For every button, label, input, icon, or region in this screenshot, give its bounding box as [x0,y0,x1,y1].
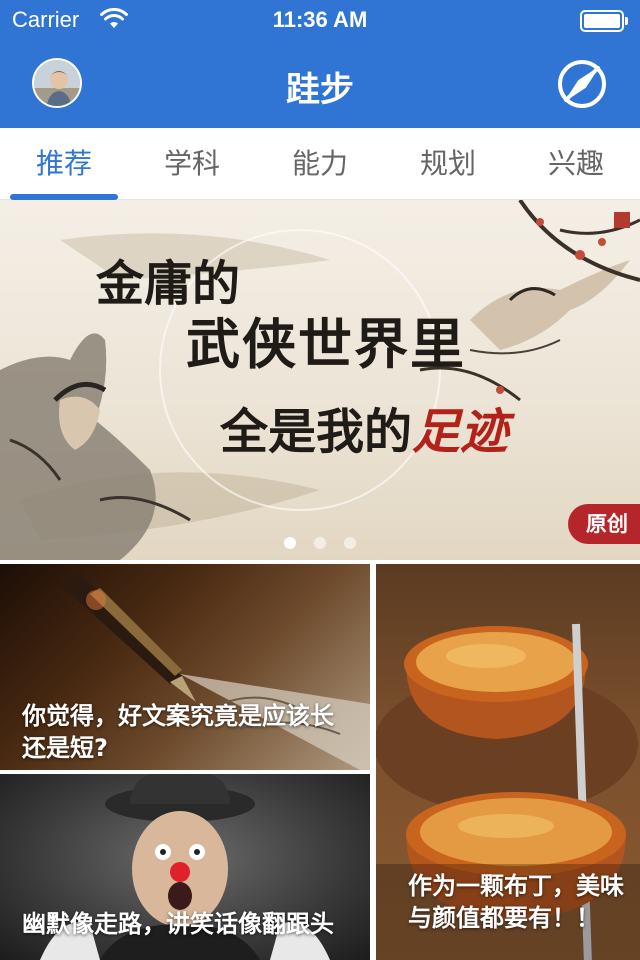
card-caption: 你觉得，好文案究竟是应该长还是短? [22,702,334,762]
app-header: Carrier 11:36 AM 跬步 [0,0,640,128]
carousel-dot[interactable] [344,537,356,549]
battery-icon [580,10,628,32]
article-card-pudding[interactable]: 作为一颗布丁，美味与颜值都要有！！ [376,564,640,960]
banner-headline-2: 武侠世界里 [186,312,466,376]
card-caption: 作为一颗布丁，美味与颜值都要有！！ [408,872,624,932]
banner-headline-3: 全是我的足迹 [220,392,508,462]
tab-interests[interactable]: 兴趣 [512,128,640,200]
tab-recommended[interactable]: 推荐 [0,128,128,200]
compass-icon[interactable] [556,58,608,110]
carousel-dot[interactable] [314,537,326,549]
banner-headline-3b: 足迹 [412,404,509,460]
tab-abilities[interactable]: 能力 [256,128,384,200]
tab-subjects[interactable]: 学科 [128,128,256,200]
page-title: 跬步 [286,70,354,110]
card-caption: 幽默像走路，讲笑话像翻跟头 [22,910,334,938]
tab-planning[interactable]: 规划 [384,128,512,200]
featured-banner[interactable]: 金庸的 武侠世界里 全是我的足迹 原创 [0,200,640,560]
article-card-humor[interactable]: 幽默像走路，讲笑话像翻跟头 [0,774,370,960]
carousel-indicator[interactable] [0,534,640,553]
article-card-copywriting[interactable]: 你觉得，好文案究竟是应该长还是短? [0,564,370,770]
carousel-dot[interactable] [284,537,296,549]
category-tabs: 推荐 学科 能力 规划 兴趣 [0,128,640,200]
banner-headline-3a: 全是我的 [220,404,413,460]
status-bar: Carrier 11:36 AM [0,0,640,40]
status-time: 11:36 AM [272,7,368,32]
